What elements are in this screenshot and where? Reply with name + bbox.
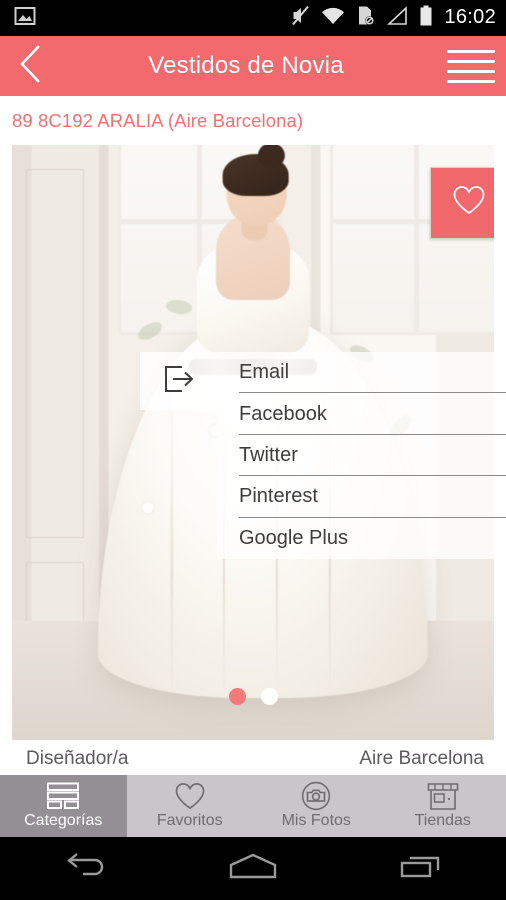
android-home-button[interactable]: [203, 837, 303, 900]
share-icon-button[interactable]: [140, 352, 217, 410]
tab-mis-fotos[interactable]: Mis Fotos: [253, 775, 380, 837]
app-bar: Vestidos de Novia: [0, 36, 506, 96]
spec-label: Diseñador/a: [26, 748, 129, 769]
wall-panel: [26, 168, 85, 538]
status-bar-clock: 16:02: [444, 6, 496, 28]
share-popup[interactable]: Email Facebook Twitter Pinterest Google …: [140, 352, 506, 559]
android-back-button[interactable]: [34, 837, 134, 900]
battery-icon: [419, 5, 433, 31]
item-title: 89 8C192 ARALIA (Aire Barcelona): [12, 110, 304, 131]
chevron-left-icon: [16, 42, 46, 91]
android-home-icon: [227, 852, 279, 885]
share-option-facebook[interactable]: Facebook: [217, 393, 506, 436]
android-nav-bar: [0, 837, 506, 900]
main-content: 89 8C192 ARALIA (Aire Barcelona) Diseñad…: [0, 96, 506, 840]
sd-card-blocked-icon: [356, 5, 375, 31]
tab-tiendas[interactable]: Tiendas: [380, 775, 506, 837]
share-option-label: Email: [239, 361, 290, 384]
status-bar-left: [14, 6, 36, 31]
tab-label: Mis Fotos: [281, 812, 351, 829]
android-recents-button[interactable]: [372, 837, 472, 900]
hamburger-line: [447, 79, 495, 83]
tab-label: Favoritos: [156, 812, 223, 829]
spec-value: Aire Barcelona: [359, 748, 484, 769]
photo-icon: [14, 6, 36, 31]
status-bar: 16:02: [0, 0, 506, 36]
mute-icon: [291, 5, 310, 31]
tab-categorias[interactable]: Categorías: [0, 775, 127, 837]
hamburger-menu-icon[interactable]: [440, 36, 506, 96]
share-option-twitter[interactable]: Twitter: [217, 435, 506, 477]
carousel-dot[interactable]: [260, 688, 278, 705]
tab-favoritos[interactable]: Favoritos: [127, 775, 254, 837]
storefront-icon: [427, 781, 459, 811]
hamburger-line: [447, 59, 495, 63]
hamburger-line: [447, 49, 495, 53]
wifi-icon: [321, 6, 345, 31]
android-recents-icon: [398, 852, 446, 885]
heart-outline-icon: [452, 185, 486, 221]
favorite-button[interactable]: [430, 167, 494, 239]
share-option-label: Google Plus: [239, 526, 348, 549]
heart-outline-icon: [173, 781, 207, 811]
camera-circle-icon: [301, 781, 331, 811]
share-option-label: Pinterest: [239, 485, 318, 508]
hamburger-line: [447, 69, 495, 73]
share-option-pinterest[interactable]: Pinterest: [217, 476, 506, 518]
share-export-icon: [161, 364, 197, 399]
share-option-label: Facebook: [239, 402, 327, 425]
android-back-icon: [59, 851, 109, 886]
share-option-label: Twitter: [239, 443, 298, 466]
signal-icon: [386, 5, 408, 31]
share-options-list[interactable]: Email Facebook Twitter Pinterest Google …: [217, 352, 506, 559]
categories-grid-icon: [46, 781, 80, 811]
spec-row-designer: Diseñador/a Aire Barcelona: [0, 748, 506, 770]
carousel-dot-active[interactable]: [228, 688, 246, 705]
tab-label: Categorías: [24, 812, 103, 829]
status-bar-right: 16:02: [291, 5, 496, 31]
share-option-email[interactable]: Email: [217, 352, 506, 394]
share-option-google-plus[interactable]: Google Plus: [217, 518, 506, 559]
bottom-tab-bar: Categorías Favoritos Mis Fotos Tiendas: [0, 775, 506, 837]
tab-label: Tiendas: [414, 812, 471, 829]
carousel-dots[interactable]: [12, 688, 494, 705]
page-title: Vestidos de Novia: [148, 52, 344, 79]
